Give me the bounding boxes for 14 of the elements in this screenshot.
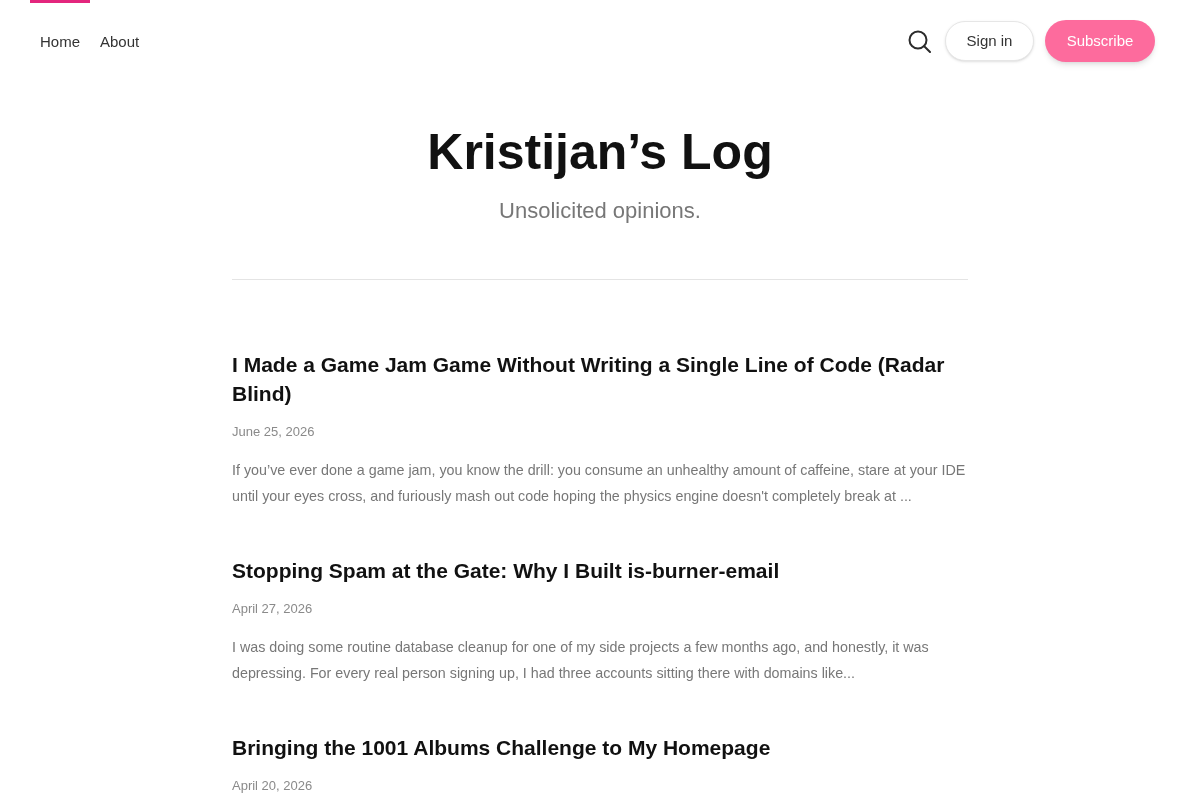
search-icon[interactable]	[908, 29, 931, 53]
sign-in-button[interactable]: Sign in	[945, 21, 1034, 61]
post-title-link[interactable]: Stopping Spam at the Gate: Why I Built is-burner-email	[232, 556, 968, 585]
site-description: Unsolicited opinions.	[498, 197, 702, 225]
nav-link[interactable]: Home	[30, 0, 90, 82]
post-title-link[interactable]: Bringing the 1001 Albums Challenge to My Homepage	[232, 733, 968, 762]
post-date: June 25, 2026	[232, 423, 316, 440]
post-excerpt: If you’ve ever done a game jam, you know the drill: you consume an unhealthy amount of caffeine, stare at your IDE until your eyes cross, and furiously mash out code hoping the physics engine doesn't completely break at ...	[232, 461, 967, 506]
post-date: April 20, 2026	[232, 777, 314, 794]
post-excerpt: I was doing some routine database cleanup for one of my side projects a few months ago, and honestly, it was depressing. For every real person signing up, I had three accounts sitting there with domains like...	[232, 638, 930, 683]
post-date: April 27, 2026	[232, 600, 314, 617]
nav-link[interactable]: About	[90, 0, 150, 82]
site-title: Kristijan’s Log	[426, 123, 774, 182]
post-title-link[interactable]: I Made a Game Jam Game Without Writing a Single Line of Code (Radar Blind)	[232, 350, 968, 408]
